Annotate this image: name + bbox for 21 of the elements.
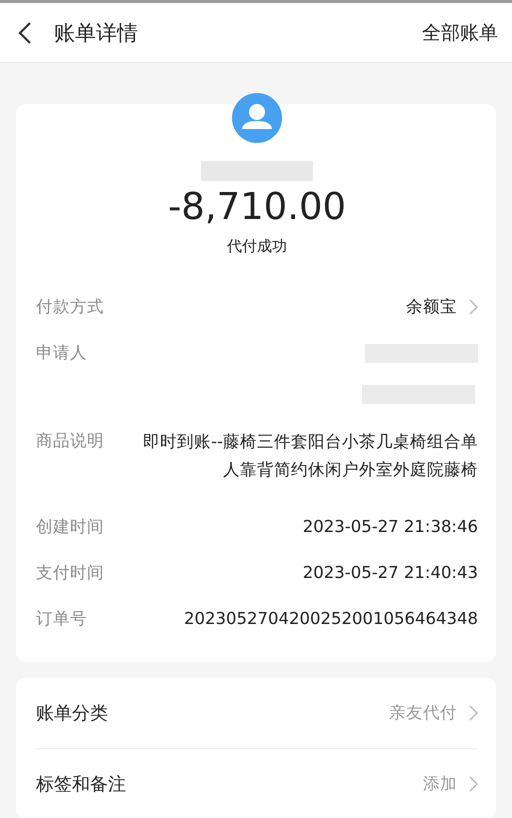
option-row[interactable]: 标签和备注 添加: [36, 749, 478, 818]
field-label: 创建时间: [36, 516, 104, 538]
page-title: 账单详情: [54, 20, 139, 46]
field-label: 支付时间: [36, 562, 104, 584]
field-label: 商品说明: [36, 430, 104, 452]
field-value: 2023-05-27 21:40:43: [302, 562, 478, 584]
chevron-icon: [469, 299, 478, 315]
all-bills-link[interactable]: 全部账单: [422, 20, 498, 46]
payment-method-link[interactable]: 余额宝: [406, 294, 478, 320]
chevron-icon: [469, 705, 478, 721]
field-label: 付款方式: [36, 296, 104, 318]
amount: -8,710.00: [168, 185, 346, 229]
field-value: 即时到账--藤椅三件套阳台小茶几桌椅组合单人靠背简约休闲户外室外庭院藤椅: [142, 431, 478, 481]
chevron-icon: [469, 776, 478, 792]
field-value: 2023-05-27 21:38:46: [302, 516, 478, 538]
back-button[interactable]: [18, 20, 32, 44]
option-row[interactable]: 账单分类 亲友代付: [36, 678, 478, 748]
field-value: 2023052704200252001056464348: [184, 608, 478, 630]
field-label: 订单号: [36, 608, 87, 630]
field-label: 申请人: [36, 342, 87, 364]
payment-status: 代付成功: [227, 237, 287, 256]
